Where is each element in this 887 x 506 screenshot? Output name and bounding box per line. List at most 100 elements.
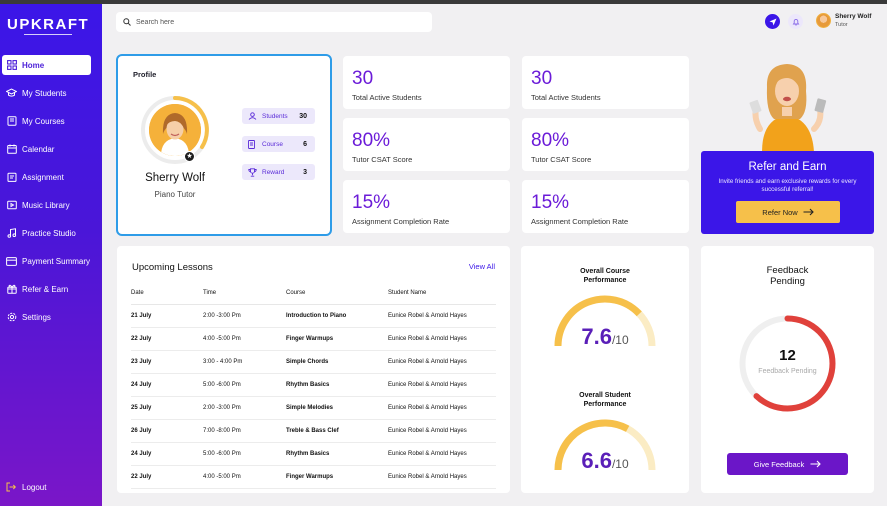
lesson-time: 4:00 -5:00 Pm: [203, 465, 286, 489]
sidebar-item-settings[interactable]: Settings: [2, 307, 91, 327]
stat-value: 80%: [531, 130, 570, 151]
stat-card-csat: 80% Tutor CSAT Score: [522, 118, 689, 171]
clipboard-icon: [6, 172, 17, 183]
music-note-icon: [6, 228, 17, 239]
refer-now-button[interactable]: Refer Now: [736, 201, 840, 223]
document-icon: [248, 139, 258, 149]
notification-button[interactable]: [788, 14, 803, 29]
logout-icon: [6, 482, 16, 492]
search-input[interactable]: [136, 18, 406, 26]
table-row[interactable]: 24 July 5:00 -6:00 Pm Rhythm Basics Euni…: [131, 442, 496, 466]
sidebar-item-payment-summary[interactable]: Payment Summary: [2, 251, 91, 271]
column-header: Date: [131, 282, 203, 305]
profile-role: Piano Tutor: [154, 190, 196, 199]
sidebar-item-refer-earn[interactable]: Refer & Earn: [2, 279, 91, 299]
lesson-date: 23 July: [131, 350, 203, 374]
stat-value: 15%: [531, 192, 570, 213]
window-top-strip: [0, 0, 887, 4]
course-score-denominator: /10: [611, 333, 629, 347]
stat-label: Tutor CSAT Score: [531, 155, 592, 164]
course-pill: Course 6: [242, 136, 315, 152]
column-header: Time: [203, 282, 286, 305]
refer-illustration: [749, 64, 827, 152]
student-performance-title: Overall Student Performance: [579, 392, 631, 408]
profile-title: Profile: [133, 70, 157, 79]
lesson-date: 25 July: [131, 396, 203, 420]
lesson-students: Eunice Robel & Arnold Hayes: [388, 419, 496, 443]
sidebar-item-practice-studio[interactable]: Practice Studio: [2, 223, 91, 243]
table-row[interactable]: 23 July 3:00 - 4:00 Pm Simple Chords Eun…: [131, 350, 496, 374]
course-score-value: 7.6: [581, 324, 612, 349]
table-row[interactable]: 24 July 5:00 -6:00 Pm Rhythm Basics Euni…: [131, 373, 496, 397]
give-feedback-button[interactable]: Give Feedback: [727, 453, 848, 475]
stat-label: Total Active Students: [531, 93, 601, 102]
user-role: Tutor: [835, 22, 848, 28]
sidebar-item-label: Assignment: [22, 172, 64, 182]
upcoming-lessons-card: Upcoming Lessons View All Date Time Cour…: [117, 246, 510, 493]
feedback-label: Feedback Pending: [758, 368, 817, 375]
table-row[interactable]: 26 July 7:00 -8:00 Pm Treble & Bass Clef…: [131, 419, 496, 443]
logout-button[interactable]: Logout: [6, 482, 46, 492]
lesson-course: Finger Warmups: [286, 327, 388, 351]
reward-pill: Reward 3: [242, 164, 315, 180]
calendar-icon: [6, 144, 17, 155]
sidebar-item-calendar[interactable]: Calendar: [2, 139, 91, 159]
table-row[interactable]: 21 July 2:00 -3:00 Pm Introduction to Pi…: [131, 304, 496, 328]
bell-icon: [792, 13, 800, 31]
view-all-link[interactable]: View All: [469, 262, 495, 271]
sidebar-item-my-students[interactable]: My Students: [2, 83, 91, 103]
lesson-time: 2:00 -3:00 Pm: [203, 396, 286, 420]
card-icon: [6, 256, 17, 267]
stat-value: 30: [531, 68, 553, 89]
sidebar-item-music-library[interactable]: Music Library: [2, 195, 91, 215]
sidebar-item-my-courses[interactable]: My Courses: [2, 111, 91, 131]
user-name: Sherry Wolf: [835, 13, 872, 20]
user-info: Sherry Wolf Tutor: [835, 13, 871, 28]
sidebar-item-label: Music Library: [22, 200, 70, 210]
student-score-denominator: /10: [611, 457, 629, 471]
student-score-value: 6.6: [581, 448, 612, 473]
arrow-right-icon: [803, 208, 814, 216]
sidebar-item-home[interactable]: Home: [2, 55, 91, 75]
graduation-cap-icon: [6, 88, 17, 99]
lesson-course: Treble & Bass Clef: [286, 419, 388, 443]
lesson-date: 22 July: [131, 465, 203, 489]
lesson-time: 3:00 - 4:00 Pm: [203, 350, 286, 374]
logout-label: Logout: [22, 482, 47, 492]
gear-icon: [6, 312, 17, 323]
feedback-pending-card: Feedback Pending 12 Feedback Pending Giv…: [701, 246, 874, 493]
lesson-date: 26 July: [131, 419, 203, 443]
lessons-table: Date Time Course Student Name 21 July 2:…: [131, 282, 496, 489]
search-bar: [116, 12, 432, 32]
lesson-students: Eunice Robel & Arnold Hayes: [388, 442, 496, 466]
refer-card: Refer and Earn Invite friends and earn e…: [701, 151, 874, 234]
users-icon: [248, 112, 258, 120]
sidebar-item-assignment[interactable]: Assignment: [2, 167, 91, 187]
stat-label: Tutor CSAT Score: [352, 155, 413, 164]
students-count: 30: [299, 112, 307, 120]
table-row[interactable]: 22 July 4:00 -5:00 Pm Finger Warmups Eun…: [131, 465, 496, 489]
table-row[interactable]: 25 July 2:00 -3:00 Pm Simple Melodies Eu…: [131, 396, 496, 420]
gift-icon: [6, 284, 17, 295]
give-feedback-label: Give Feedback: [753, 459, 805, 469]
lesson-date: 24 July: [131, 373, 203, 397]
lesson-date: 22 July: [131, 327, 203, 351]
lesson-students: Eunice Robel & Arnold Hayes: [388, 396, 496, 420]
table-row[interactable]: 22 July 4:00 -5:00 Pm Finger Warmups Eun…: [131, 327, 496, 351]
stat-value: 80%: [352, 130, 391, 151]
user-menu[interactable]: Sherry Wolf Tutor: [816, 13, 871, 28]
sidebar-item-label: Calendar: [22, 144, 55, 154]
lesson-course: Rhythm Basics: [286, 442, 388, 466]
sidebar-item-label: Practice Studio: [22, 228, 76, 238]
sidebar-item-label: Payment Summary: [22, 256, 91, 266]
column-header: Course: [286, 282, 388, 305]
send-button[interactable]: [765, 14, 780, 29]
stat-card-completion-rate: 15% Assignment Completion Rate: [343, 180, 510, 233]
lesson-course: Finger Warmups: [286, 465, 388, 489]
course-count: 6: [303, 140, 307, 148]
lesson-students: Eunice Robel & Arnold Hayes: [388, 465, 496, 489]
lesson-time: 4:00 -5:00 Pm: [203, 327, 286, 351]
star-badge-icon: ★: [184, 151, 195, 162]
student-performance-score: 6.6/10: [521, 448, 689, 474]
stat-value: 30: [352, 68, 374, 89]
